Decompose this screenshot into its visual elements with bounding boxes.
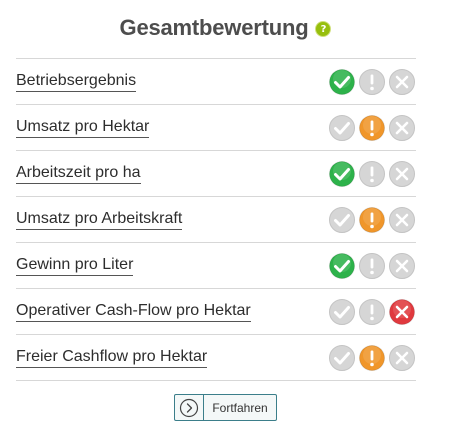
rating-row-label[interactable]: Umsatz pro Hektar [16, 118, 150, 138]
cross-icon [389, 344, 415, 371]
exclamation-icon [359, 114, 385, 141]
exclamation-icon [359, 160, 385, 187]
rating-row: Operativer Cash-Flow pro Hektar [16, 289, 416, 335]
exclamation-icon [359, 68, 385, 95]
continue-button[interactable]: Fortfahren [174, 394, 277, 421]
exclamation-icon [359, 206, 385, 233]
help-question-icon[interactable]: ? [315, 21, 332, 37]
rating-row-label[interactable]: Freier Cashflow pro Hektar [16, 348, 208, 368]
page-title: Gesamtbewertung [119, 15, 309, 40]
status-indicators [328, 68, 416, 96]
status-indicators [328, 160, 416, 188]
chevron-right-circle-icon [175, 395, 205, 420]
status-indicators [328, 344, 416, 372]
cross-icon [389, 252, 415, 279]
rating-row-label[interactable]: Betriebsergebnis [16, 72, 137, 92]
status-indicators [328, 298, 416, 326]
rating-row: Betriebsergebnis [16, 59, 416, 105]
check-icon [329, 114, 355, 141]
cross-icon [389, 206, 415, 233]
exclamation-icon [359, 344, 385, 371]
rating-row-label[interactable]: Operativer Cash-Flow pro Hektar [16, 302, 251, 322]
rating-row: Freier Cashflow pro Hektar [16, 335, 416, 381]
cross-icon [389, 160, 415, 187]
rating-row: Arbeitszeit pro ha [16, 151, 416, 197]
status-indicators [328, 252, 416, 280]
status-indicators [328, 206, 416, 234]
cross-icon [389, 68, 415, 95]
continue-button-label: Fortfahren [212, 400, 268, 415]
status-indicators [328, 114, 416, 142]
check-icon [329, 160, 355, 187]
check-icon [329, 68, 355, 95]
rating-row-label[interactable]: Gewinn pro Liter [16, 256, 134, 276]
check-icon [329, 298, 355, 325]
footer: Fortfahren [0, 394, 451, 421]
cross-icon [389, 114, 415, 141]
header: Gesamtbewertung ? [0, 12, 451, 44]
check-icon [329, 344, 355, 371]
rating-row: Umsatz pro Arbeitskraft [16, 197, 416, 243]
cross-icon [389, 298, 415, 325]
rating-row: Gewinn pro Liter [16, 243, 416, 289]
rating-row-label[interactable]: Arbeitszeit pro ha [16, 164, 141, 184]
rating-row: Umsatz pro Hektar [16, 105, 416, 151]
check-icon [329, 252, 355, 279]
exclamation-icon [359, 298, 385, 325]
rating-row-label[interactable]: Umsatz pro Arbeitskraft [16, 210, 183, 230]
check-icon [329, 206, 355, 233]
exclamation-icon [359, 252, 385, 279]
rating-list: Betriebsergebnis Umsatz pro Hektar Arbei… [16, 58, 416, 381]
